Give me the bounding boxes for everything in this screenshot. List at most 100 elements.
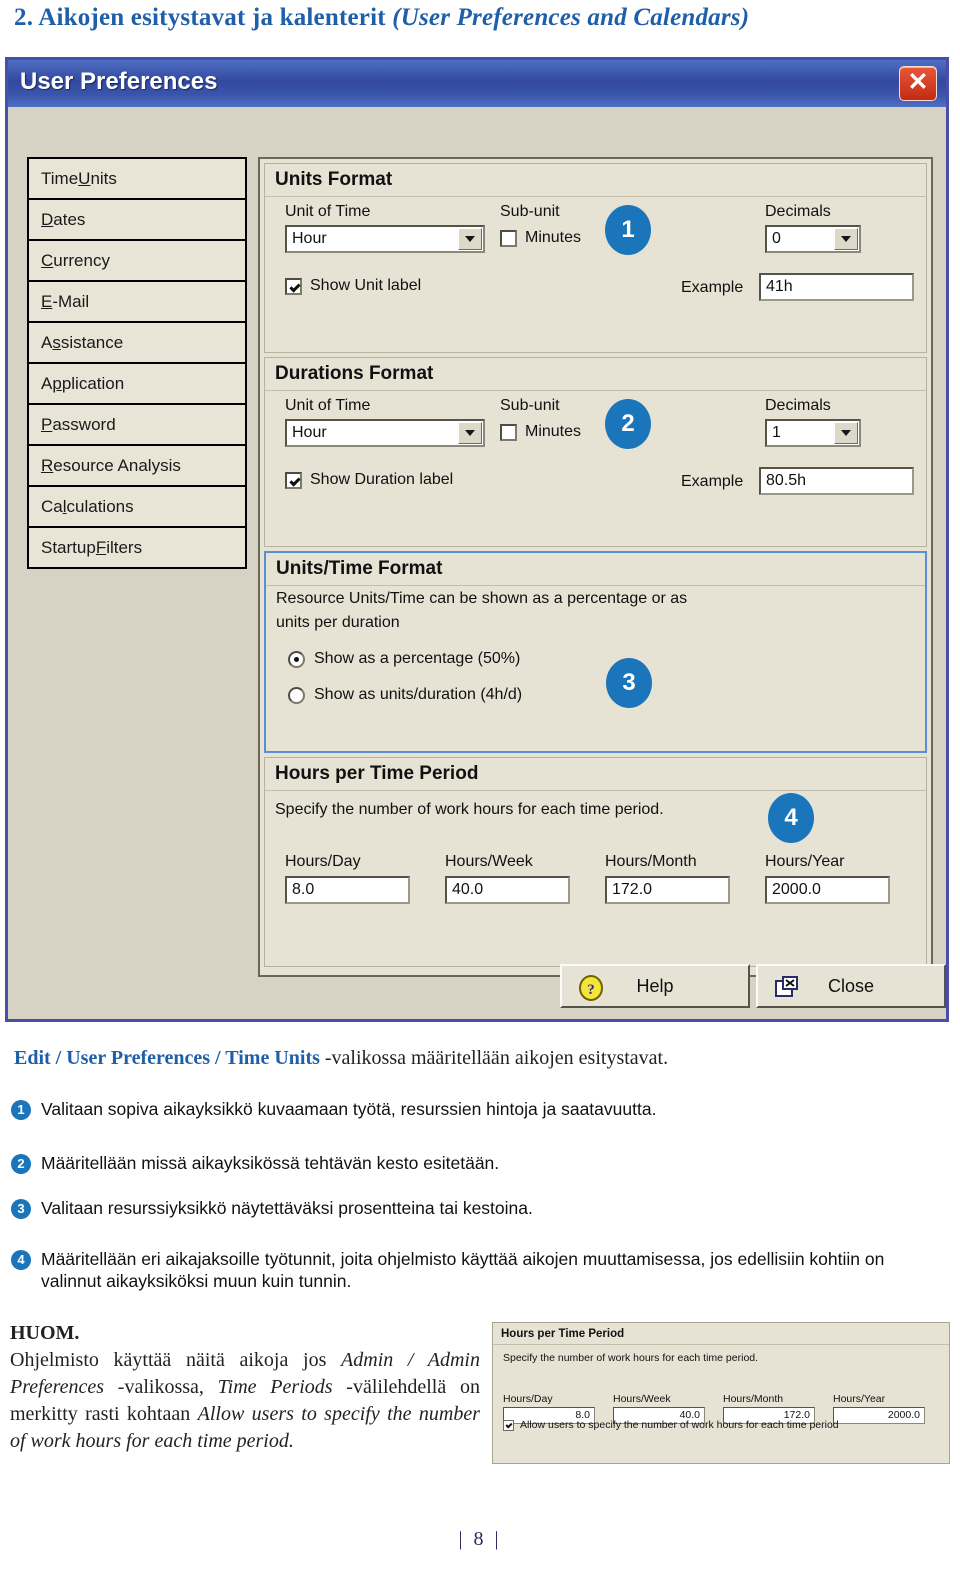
accel-key: D: [41, 209, 54, 229]
sidebar-item-assistance[interactable]: As sistance: [27, 321, 247, 364]
dialog-title: User Preferences: [20, 68, 218, 95]
chevron-down-icon[interactable]: [458, 422, 482, 444]
hours-week-field[interactable]: 40.0: [445, 876, 570, 904]
group-units-time-format-title: Units/Time Format: [266, 553, 925, 586]
hours-year-field[interactable]: 2000.0: [765, 876, 890, 904]
sidebar-item-calculations[interactable]: Ca l culations: [27, 485, 247, 528]
chevron-down-icon[interactable]: [834, 228, 858, 250]
preferences-sidebar: Time Units Dates Currency E -Mail As sista…: [27, 157, 247, 569]
group-units-time-format: Units/Time Format Resource Units/Time ca…: [264, 551, 927, 753]
units-time-desc-line1: Resource Units/Time can be shown as a pe…: [276, 590, 688, 607]
note-badge-4: 4: [11, 1250, 31, 1270]
sidebar-item-label-post: urrency: [53, 250, 110, 270]
duration-decimals-select[interactable]: 1: [765, 419, 861, 447]
group-durations-format: Durations Format Unit of Time Hour Sub-u…: [264, 357, 927, 547]
page-title-italic: (User Preferences and Calendars): [392, 4, 750, 31]
sidebar-item-label-post: -Mail: [52, 291, 90, 311]
huom-heading: HUOM.: [10, 1322, 80, 1344]
huom-text-1: Ohjelmisto käyttää näitä aikoja jos: [10, 1349, 342, 1371]
group-hours-per-time-period-title: Hours per Time Period: [265, 758, 926, 791]
page-footer: | 8 |: [458, 1528, 502, 1550]
duration-example-label: Example: [681, 473, 744, 490]
sidebar-item-label: Startup: [41, 537, 96, 557]
sub-unit-label: Sub-unit: [500, 203, 560, 220]
sub-unit-minutes-checkbox[interactable]: [500, 229, 517, 247]
sidebar-item-label: Ca: [41, 496, 63, 516]
example-label: Example: [681, 279, 744, 296]
callout-badge-1: 1: [605, 205, 651, 255]
note-text-1: Valitaan sopiva aikayksikkö kuvaamaan ty…: [41, 1099, 657, 1119]
note-text-3: Valitaan resurssiyksikkö näytettäväksi p…: [41, 1198, 533, 1218]
help-button[interactable]: ? Help: [560, 964, 750, 1008]
sidebar-item-time-units[interactable]: Time Units: [27, 157, 247, 200]
show-unit-label-checkbox[interactable]: [285, 277, 302, 295]
close-button[interactable]: Close: [756, 964, 946, 1008]
duration-example-value-field: 80.5h: [759, 467, 914, 495]
page-title-plain: 2. Aikojen esitystavat ja kalenterit: [14, 4, 393, 31]
inset-allow-users-checkbox-row[interactable]: Allow users to specify the number of wor…: [503, 1419, 839, 1431]
show-unit-label-text: Show Unit label: [310, 277, 422, 294]
chevron-down-icon[interactable]: [458, 228, 482, 250]
show-duration-label-checkbox[interactable]: [285, 471, 302, 489]
example-value-field: 41h: [759, 273, 914, 301]
duration-unit-of-time-value: Hour: [292, 424, 327, 441]
radio-show-as-percentage-label: Show as a percentage (50%): [314, 650, 521, 667]
sidebar-item-email[interactable]: E -Mail: [27, 280, 247, 323]
group-hours-per-time-period: Hours per Time Period Specify the number…: [264, 757, 927, 967]
hours-day-label: Hours/Day: [285, 853, 361, 870]
accel-key: s: [52, 332, 61, 352]
inset-hours-year-label: Hours/Year: [833, 1393, 886, 1405]
inset-hours-week-label: Hours/Week: [613, 1393, 671, 1405]
radio-show-as-units-duration[interactable]: [288, 686, 305, 704]
sidebar-item-dates[interactable]: Dates: [27, 198, 247, 241]
chevron-down-icon[interactable]: [834, 422, 858, 444]
inset-allow-users-checkbox[interactable]: [503, 1419, 514, 1431]
radio-show-as-units-duration-label: Show as units/duration (4h/d): [314, 686, 523, 703]
note-text-4: Määritellään eri aikajaksoille työtunnit…: [41, 1249, 885, 1292]
group-units-format: Units Format Unit of Time Hour Sub-unit: [264, 163, 927, 353]
sidebar-item-startup-filters[interactable]: Startup Filters: [27, 526, 247, 569]
radio-show-as-percentage[interactable]: [288, 650, 305, 668]
sidebar-item-password[interactable]: Password: [27, 403, 247, 446]
sidebar-item-label-post: culations: [66, 496, 134, 516]
help-question-icon: ?: [578, 975, 604, 1006]
help-button-label: Help: [636, 975, 674, 996]
hours-desc: Specify the number of work hours for eac…: [275, 801, 664, 818]
group-units-format-title: Units Format: [265, 164, 926, 197]
hours-year-label: Hours/Year: [765, 853, 845, 870]
decimals-select[interactable]: 0: [765, 225, 861, 253]
hours-month-field[interactable]: 172.0: [605, 876, 730, 904]
dialog-titlebar: User Preferences ✕: [8, 60, 946, 107]
close-x-icon[interactable]: ✕: [899, 66, 937, 101]
accel-key: p: [52, 373, 62, 393]
unit-of-time-select[interactable]: Hour: [285, 225, 485, 253]
note-item-1: 1 Valitaan sopiva aikayksikkö kuvaamaan …: [11, 1098, 946, 1120]
accel-key: E: [41, 291, 53, 311]
caption-line: Edit / User Preferences / Time Units -va…: [14, 1047, 944, 1070]
close-button-label: Close: [827, 975, 875, 996]
group-durations-format-title: Durations Format: [265, 358, 926, 391]
accel-key: U: [78, 168, 91, 188]
sidebar-item-resource-analysis[interactable]: Resource Analysis: [27, 444, 247, 487]
sidebar-item-label: Time: [41, 168, 79, 188]
sidebar-item-currency[interactable]: Currency: [27, 239, 247, 282]
huom-note: HUOM. Ohjelmisto käyttää näitä aikoja jo…: [10, 1320, 480, 1455]
decimals-value: 0: [772, 230, 781, 247]
sidebar-item-label: A: [41, 373, 53, 393]
inset-description: Specify the number of work hours for eac…: [503, 1352, 759, 1364]
dialog-footer: ? Help Close: [8, 964, 946, 1014]
caption-menu-path: Edit / User Preferences / Time Units: [14, 1047, 320, 1069]
hours-day-field[interactable]: 8.0: [285, 876, 410, 904]
note-badge-3: 3: [11, 1199, 31, 1219]
inset-hours-year-field[interactable]: 2000.0: [833, 1407, 925, 1424]
duration-decimals-value: 1: [772, 424, 781, 441]
huom-text-2: -valikossa,: [104, 1376, 218, 1398]
duration-unit-of-time-label: Unit of Time: [285, 397, 371, 414]
duration-unit-of-time-select[interactable]: Hour: [285, 419, 485, 447]
page-title: 2. Aikojen esitystavat ja kalenterit (Us…: [14, 4, 944, 32]
note-item-4: 4 Määritellään eri aikajaksoille työtunn…: [11, 1248, 946, 1293]
sidebar-item-label-post: sistance: [60, 332, 124, 352]
duration-sub-unit-minutes-label: Minutes: [525, 423, 582, 440]
duration-sub-unit-minutes-checkbox[interactable]: [500, 423, 517, 441]
sidebar-item-application[interactable]: Ap plication: [27, 362, 247, 405]
